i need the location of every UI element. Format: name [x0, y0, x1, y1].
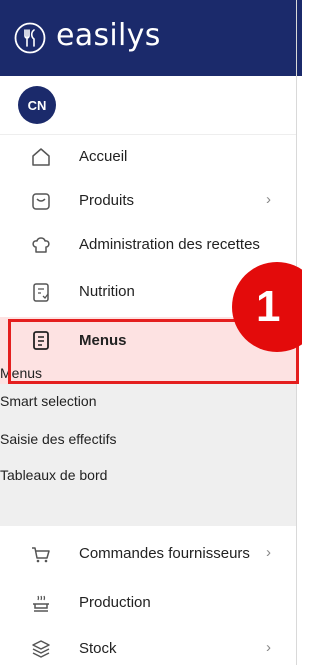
chef-hat-icon: [32, 237, 50, 253]
sidebar-item-production[interactable]: Production: [0, 581, 296, 625]
cutlery-logo-icon: [14, 22, 46, 54]
cooking-pot-icon: [33, 595, 49, 612]
page: easilys CN Accueil Produits › Administra…: [0, 0, 302, 665]
sidebar-item-label: Commandes fournisseurs: [79, 545, 250, 562]
submenu-item-label: Tableaux de bord: [0, 467, 108, 483]
sidebar-item-label: Accueil: [79, 148, 128, 165]
sidebar-item-accueil[interactable]: Accueil: [0, 135, 296, 179]
chevron-right-icon: ›: [266, 544, 271, 561]
sidebar-item-label: Produits: [79, 192, 135, 209]
sidebar-item-recettes[interactable]: Administration des recettes: [0, 223, 296, 267]
submenu-item-label: Saisie des effectifs: [0, 431, 117, 447]
chevron-right-icon: ›: [266, 639, 271, 656]
stack-icon: [32, 640, 50, 658]
sidebar-item-label: Administration des recettes: [79, 236, 260, 253]
sidebar-item-commandes[interactable]: Commandes fournisseurs ›: [0, 532, 296, 576]
submenu-item-label: Smart selection: [0, 393, 97, 409]
submenu-item-tableaux-de-bord[interactable]: Tableaux de bord: [0, 458, 296, 494]
sidebar-item-produits[interactable]: Produits ›: [0, 179, 296, 223]
home-icon: [32, 148, 50, 166]
avatar[interactable]: CN: [18, 86, 56, 124]
brand-name: easilys: [56, 18, 161, 53]
brand-header[interactable]: easilys: [0, 0, 296, 76]
submenu-item-saisie-effectifs[interactable]: Saisie des effectifs: [0, 422, 296, 458]
cart-icon: [32, 547, 50, 563]
submenu-item-smart-selection[interactable]: Smart selection: [0, 384, 296, 420]
basket-icon: [32, 193, 50, 210]
user-name: [74, 84, 280, 134]
sidebar-item-label: Production: [79, 594, 151, 611]
sidebar-item-label: Stock: [79, 640, 117, 657]
sidebar-item-stock[interactable]: Stock ›: [0, 627, 296, 665]
chevron-right-icon: ›: [266, 191, 271, 208]
sidebar-item-label: Nutrition: [79, 283, 135, 300]
nutrition-icon: [33, 283, 49, 302]
